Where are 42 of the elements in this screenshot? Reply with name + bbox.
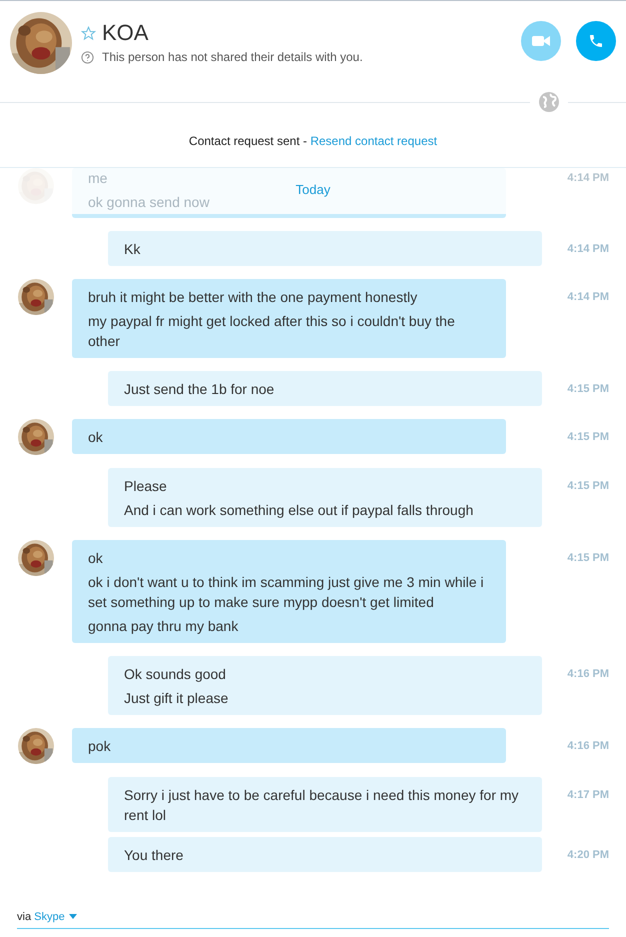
message-text: bruh it might be better with the one payment honestly: [88, 288, 418, 307]
service-selector[interactable]: Skype: [34, 908, 77, 925]
phone-icon: [588, 33, 604, 49]
message-text: Sorry i just have to be careful because i need this money for my rent lol: [124, 786, 520, 825]
call-button[interactable]: [576, 21, 616, 61]
caret-icon: [68, 914, 77, 920]
message-text: You there: [124, 846, 184, 865]
message-text: gonna pay thru my bank: [88, 617, 240, 636]
message-text: me: [88, 169, 108, 188]
message-text: Ok sounds good: [124, 665, 227, 684]
message-time: 4:14 PM: [567, 171, 609, 186]
contact-name: KOA: [102, 20, 148, 46]
message-time: 4:16 PM: [567, 667, 609, 682]
message-time: 4:15 PM: [567, 479, 609, 494]
via-label: via: [17, 910, 32, 924]
message-text: ok gonna send now: [88, 193, 210, 212]
details-note: This person has not shared their details with you.: [102, 49, 363, 66]
message-text: And i can work something else out if paypal falls through: [124, 501, 474, 520]
date-divider: Today: [296, 181, 330, 199]
question-icon[interactable]: [81, 50, 94, 64]
resend-request-link[interactable]: Resend contact request: [310, 132, 438, 150]
message-time: 4:17 PM: [567, 788, 609, 803]
message-text: Just send the 1b for noe: [124, 380, 276, 399]
video-call-button[interactable]: [521, 21, 561, 61]
message-time: 4:16 PM: [567, 739, 609, 754]
message-time: 4:20 PM: [567, 848, 609, 863]
message-text: my paypal fr might get locked after this so i couldn't buy the other: [88, 312, 456, 351]
star-icon[interactable]: [81, 26, 96, 40]
message-text: pok: [88, 737, 112, 756]
message-text: ok: [88, 428, 104, 447]
message-time: 4:14 PM: [567, 290, 609, 305]
message-time: 4:15 PM: [567, 430, 609, 445]
message-text: Just gift it please: [124, 689, 230, 708]
message-time: 4:14 PM: [567, 242, 609, 257]
message-time: 4:15 PM: [567, 551, 609, 566]
request-notice: Contact request sent -: [188, 133, 308, 150]
message-time: 4:15 PM: [567, 382, 609, 397]
globe-icon[interactable]: [538, 91, 560, 113]
message-text: Please: [124, 477, 168, 496]
video-camera-icon: [532, 35, 550, 47]
message-text: ok: [88, 549, 104, 568]
message-text: Kk: [124, 240, 142, 259]
